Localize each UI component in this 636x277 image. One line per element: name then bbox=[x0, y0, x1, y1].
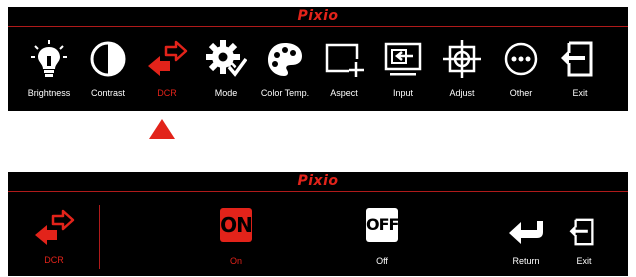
return-arrow-icon bbox=[509, 221, 543, 244]
menu-item-label: DCR bbox=[157, 88, 177, 98]
dcr-off-option[interactable]: OFF Off bbox=[360, 208, 404, 268]
menu-item-adjust[interactable]: Adjust bbox=[429, 33, 495, 107]
menu-item-label: Contrast bbox=[90, 88, 125, 98]
brand-logo: Pixio bbox=[297, 8, 339, 24]
return-button[interactable]: Return bbox=[504, 216, 548, 268]
menu-item-label: Exit bbox=[572, 88, 588, 98]
osd-main-menu: Pixio Brightness Contrast DCR Mode Color… bbox=[8, 7, 628, 111]
menu-item-brightness[interactable]: Brightness bbox=[16, 33, 82, 107]
osd-title-bar: Pixio bbox=[8, 172, 628, 192]
menu-item-label: Mode bbox=[214, 88, 238, 98]
exit-icon bbox=[569, 218, 594, 246]
exit-label: Exit bbox=[576, 256, 592, 266]
dcr-off-label: Off bbox=[376, 256, 388, 266]
menu-item-exit[interactable]: Exit bbox=[547, 33, 613, 107]
aspect-icon bbox=[325, 43, 365, 77]
return-label: Return bbox=[512, 256, 540, 266]
menu-item-label: Aspect bbox=[330, 88, 358, 98]
submenu-current-label: DCR bbox=[44, 255, 64, 265]
menu-item-label: Adjust bbox=[449, 88, 475, 98]
dcr-on-option[interactable]: ON On bbox=[212, 208, 260, 268]
osd-title-bar: Pixio bbox=[8, 7, 628, 27]
menu-item-contrast[interactable]: Contrast bbox=[75, 33, 141, 107]
menu-item-label: Color Temp. bbox=[260, 88, 310, 98]
on-badge: ON bbox=[220, 208, 253, 242]
osd-dcr-submenu: Pixio DCR ON On OFF Off Return Exit bbox=[8, 172, 628, 276]
submenu-divider bbox=[99, 205, 100, 269]
contrast-icon bbox=[90, 41, 126, 77]
exit-icon bbox=[561, 41, 593, 77]
menu-item-color-temp[interactable]: Color Temp. bbox=[252, 33, 318, 107]
mode-gear-icon bbox=[206, 40, 247, 79]
exit-button[interactable]: Exit bbox=[564, 216, 604, 268]
submenu-current-dcr: DCR bbox=[26, 208, 82, 268]
menu-item-mode[interactable]: Mode bbox=[193, 33, 259, 107]
menu-item-dcr[interactable]: DCR bbox=[134, 33, 200, 107]
more-dots-icon bbox=[504, 42, 538, 76]
menu-item-label: Brightness bbox=[27, 88, 71, 98]
palette-icon bbox=[268, 43, 302, 76]
up-triangle-icon bbox=[149, 119, 175, 139]
dcr-arrows-icon bbox=[148, 40, 188, 76]
main-menu-items: Brightness Contrast DCR Mode Color Temp.… bbox=[8, 33, 628, 107]
dcr-arrows-icon bbox=[35, 209, 75, 245]
crosshair-icon bbox=[443, 40, 481, 78]
brand-logo: Pixio bbox=[297, 173, 339, 189]
menu-item-other[interactable]: Other bbox=[488, 33, 554, 107]
menu-item-label: Other bbox=[509, 88, 533, 98]
menu-item-aspect[interactable]: Aspect bbox=[311, 33, 377, 107]
input-icon bbox=[384, 42, 422, 76]
brightness-bulb-icon bbox=[31, 40, 67, 77]
dcr-on-label: On bbox=[229, 256, 242, 266]
menu-item-label: Input bbox=[392, 88, 414, 98]
off-badge: OFF bbox=[366, 208, 399, 242]
menu-item-input[interactable]: Input bbox=[370, 33, 436, 107]
